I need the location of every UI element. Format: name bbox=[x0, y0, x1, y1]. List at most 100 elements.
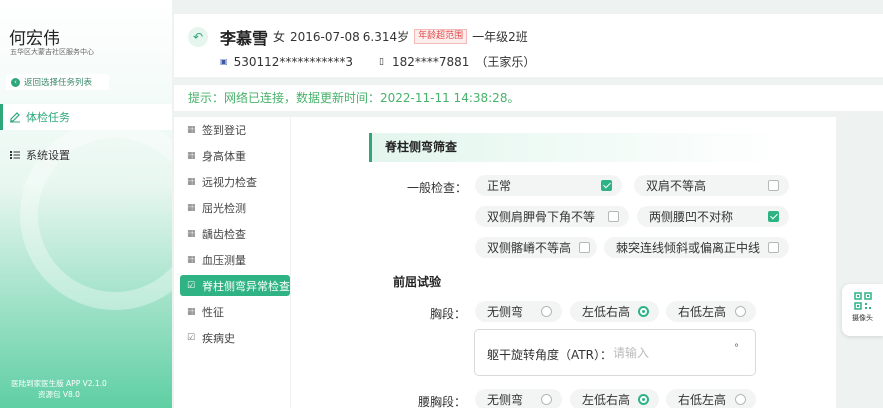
sidebar-item-settings[interactable]: 系统设置 bbox=[0, 142, 172, 168]
option-scapula-unequal[interactable]: 双侧肩胛骨下角不等 bbox=[475, 206, 629, 227]
patient-gender: 女 bbox=[273, 30, 286, 44]
grid-icon: ▦ bbox=[187, 202, 196, 213]
network-status-notice: 提示：网络已连接，数据更新时间：2022-11-11 14:38:28。 bbox=[174, 85, 883, 111]
checkbox[interactable] bbox=[768, 180, 779, 191]
exam-item-nav: ▦ 签到登记 ▦ 身高体重 ▦ 远视力检查 ▦ 屈光检测 ▦ 龋齿检查 ▦ 血压测量 ☑ 脊柱… bbox=[174, 117, 290, 408]
atr-unit: ° bbox=[734, 343, 739, 354]
section-title: 脊柱侧弯筛查 bbox=[369, 133, 789, 162]
subnav-item-vision[interactable]: ▦ 远视力检查 bbox=[180, 171, 290, 192]
subnav-item-medical-history[interactable]: ☑ 疾病史 bbox=[180, 327, 290, 348]
right-gutter bbox=[836, 117, 883, 408]
subnav-item-label: 性征 bbox=[202, 305, 224, 319]
checkbox[interactable] bbox=[768, 242, 780, 253]
subnav-item-label: 龋齿检查 bbox=[202, 227, 246, 241]
checkbox[interactable] bbox=[608, 211, 619, 222]
option-spinous-deviation[interactable]: 棘突连线倾斜或偏离正中线 bbox=[604, 237, 789, 258]
user-organization: 五华区大蒙吉社区服务中心 bbox=[10, 48, 94, 56]
grid-icon: ▦ bbox=[187, 176, 196, 187]
grid-icon: ▦ bbox=[187, 150, 196, 161]
chest-segment-label: 胸段： bbox=[430, 307, 467, 321]
forward-bend-title: 前屈试验 bbox=[393, 275, 442, 289]
checkbox-checked[interactable] bbox=[601, 180, 612, 191]
guardian-name: （王家乐） bbox=[475, 55, 536, 69]
option-label: 无侧弯 bbox=[487, 393, 524, 407]
sidebar-item-label: 系统设置 bbox=[26, 149, 70, 162]
option-label: 右低左高 bbox=[678, 393, 727, 407]
id-card-icon: ▣ bbox=[220, 57, 228, 66]
patient-header: ↶ 李慕雪 女 2016-07-08 6.314岁 年龄超范围 一年级2班 ▣ … bbox=[174, 14, 883, 77]
sidebar-item-label: 体检任务 bbox=[26, 111, 70, 124]
option-normal[interactable]: 正常 bbox=[475, 175, 622, 196]
subnav-item-refraction[interactable]: ▦ 屈光检测 bbox=[180, 197, 290, 218]
phone-icon: ▯ bbox=[379, 56, 384, 67]
subnav-item-checkin[interactable]: ▦ 签到登记 bbox=[180, 119, 290, 140]
option-iliac-crest-uneven[interactable]: 双侧髂嵴不等高 bbox=[475, 237, 597, 258]
subnav-item-blood-pressure[interactable]: ▦ 血压测量 bbox=[180, 249, 290, 270]
edit-icon bbox=[9, 111, 21, 123]
qr-scan-icon bbox=[853, 292, 872, 310]
patient-id-number: 530112***********3 bbox=[233, 54, 354, 69]
subnav-item-label: 身高体重 bbox=[202, 149, 246, 163]
camera-button[interactable]: 摄像头 bbox=[842, 284, 883, 336]
general-check-label: 一般检查： bbox=[407, 181, 468, 195]
option-label: 左低右高 bbox=[582, 393, 631, 407]
radio[interactable] bbox=[735, 394, 746, 405]
option-label: 棘突连线倾斜或偏离正中线 bbox=[616, 241, 761, 255]
chest-option-left-low[interactable]: 左低右高 bbox=[570, 301, 659, 322]
radio[interactable] bbox=[735, 306, 746, 317]
subnav-item-sex-characteristics[interactable]: ▦ 性征 bbox=[180, 301, 290, 322]
option-label: 两侧腰凹不对称 bbox=[649, 210, 734, 224]
user-name: 何宏伟 bbox=[9, 29, 60, 49]
option-label: 右低左高 bbox=[678, 305, 727, 319]
sidebar-item-exam-tasks[interactable]: 体检任务 bbox=[0, 104, 172, 130]
lumbar-option-left-low[interactable]: 左低右高 bbox=[570, 389, 659, 408]
resource-version: 资源包 V8.0 bbox=[38, 390, 80, 399]
radio[interactable] bbox=[541, 394, 552, 405]
subnav-item-label: 屈光检测 bbox=[202, 201, 246, 215]
patient-age: 6.314岁 bbox=[362, 30, 410, 44]
chest-option-right-low[interactable]: 右低左高 bbox=[666, 301, 756, 322]
age-warning-badge: 年龄超范围 bbox=[414, 29, 468, 44]
radio-selected[interactable] bbox=[638, 394, 650, 405]
back-icon[interactable]: ↶ bbox=[188, 27, 208, 47]
app-version: 医陆到家医生版 APP V2.1.0 bbox=[11, 379, 107, 388]
chest-option-none[interactable]: 无侧弯 bbox=[475, 301, 562, 322]
option-label: 左低右高 bbox=[582, 305, 631, 319]
camera-label: 摄像头 bbox=[852, 314, 873, 322]
checklist-icon: ☑ bbox=[187, 280, 196, 291]
option-label: 正常 bbox=[487, 179, 512, 193]
radio[interactable] bbox=[541, 306, 552, 317]
grid-icon: ▦ bbox=[187, 228, 196, 239]
atr-input[interactable] bbox=[613, 342, 741, 364]
checkbox-checked[interactable] bbox=[768, 211, 779, 222]
grid-icon: ▦ bbox=[187, 124, 196, 135]
subnav-item-dental[interactable]: ▦ 龋齿检查 bbox=[180, 223, 290, 244]
subnav-item-label: 疾病史 bbox=[202, 331, 235, 345]
patient-info: 女 2016-07-08 6.314岁 年龄超范围 一年级2班 bbox=[273, 28, 528, 45]
patient-name: 李慕雪 bbox=[220, 29, 269, 48]
option-waist-asymmetric[interactable]: 两侧腰凹不对称 bbox=[637, 206, 789, 227]
scoliosis-form: 脊柱侧弯筛查 一般检查： 正常 双肩不等高 双侧肩胛骨下角不等 两侧腰凹不对称 … bbox=[291, 117, 836, 408]
subnav-item-label: 脊柱侧弯异常检查 bbox=[202, 279, 290, 293]
atr-field: 躯干旋转角度（ATR）： ° bbox=[474, 329, 756, 376]
patient-phone: 182****7881 bbox=[391, 54, 470, 69]
subnav-item-height-weight[interactable]: ▦ 身高体重 bbox=[180, 145, 290, 166]
option-label: 双肩不等高 bbox=[646, 179, 707, 193]
patient-class: 一年级2班 bbox=[472, 30, 528, 44]
checkbox[interactable] bbox=[579, 242, 591, 253]
option-label: 无侧弯 bbox=[487, 305, 524, 319]
lumbar-option-right-low[interactable]: 右低左高 bbox=[666, 389, 756, 408]
lumbar-segment-label: 腰胸段： bbox=[418, 395, 467, 408]
back-button-label: 返回选择任务列表 bbox=[24, 78, 93, 88]
option-uneven-shoulders[interactable]: 双肩不等高 bbox=[634, 175, 789, 196]
lumbar-option-none[interactable]: 无侧弯 bbox=[475, 389, 562, 408]
option-label: 双侧肩胛骨下角不等 bbox=[487, 210, 596, 224]
option-label: 双侧髂嵴不等高 bbox=[487, 241, 572, 255]
grid-icon: ▦ bbox=[187, 254, 196, 265]
sidebar: 何宏伟 五华区大蒙吉社区服务中心 ‹ 返回选择任务列表 体检任务 系统设置 医陆… bbox=[0, 0, 172, 408]
checklist-icon: ☑ bbox=[187, 332, 196, 343]
back-to-task-list-button[interactable]: ‹ 返回选择任务列表 bbox=[6, 74, 109, 90]
radio-selected[interactable] bbox=[638, 306, 650, 317]
subnav-item-label: 签到登记 bbox=[202, 123, 246, 137]
subnav-item-scoliosis[interactable]: ☑ 脊柱侧弯异常检查 bbox=[180, 275, 290, 296]
